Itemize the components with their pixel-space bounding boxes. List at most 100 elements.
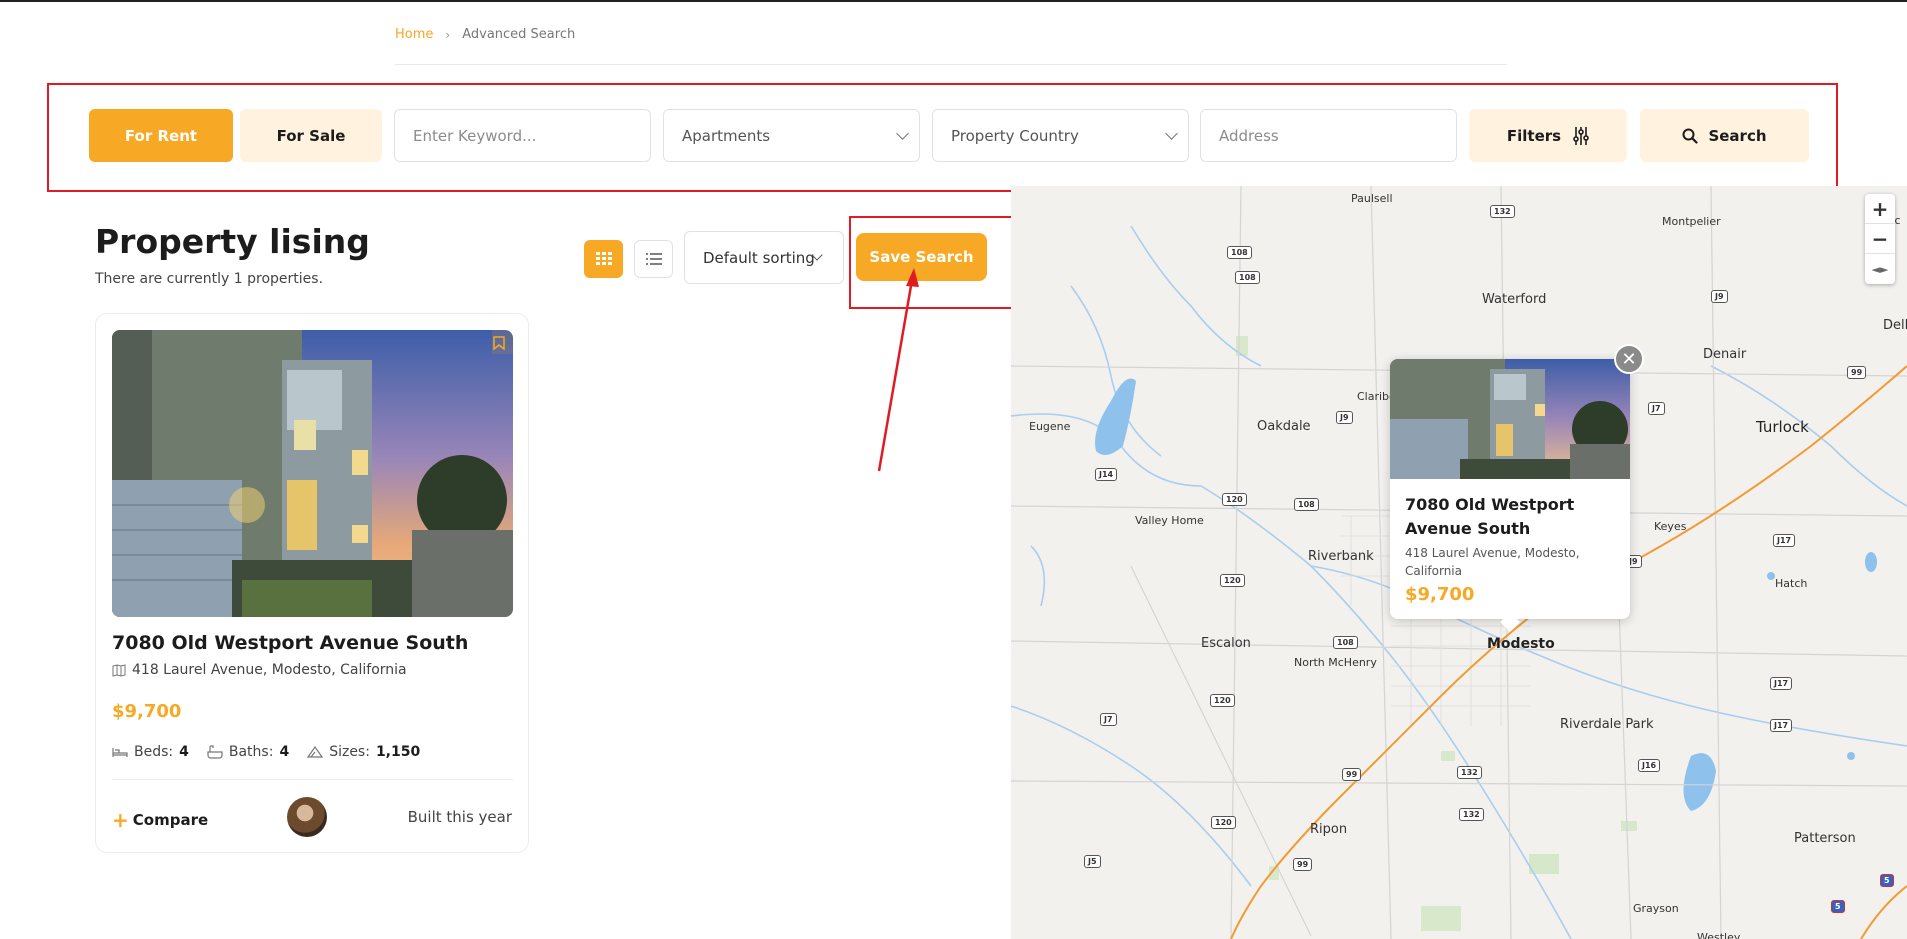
route-shield: J16 [1638,759,1661,772]
sizes-value: 1,150 [375,744,421,760]
address-input[interactable]: Address [1200,109,1457,162]
property-card[interactable]: 7080 Old Westport Avenue South 418 Laure… [95,313,529,853]
map-view[interactable]: Paulsell Montpelier Ballic Waterford Den… [1011,186,1907,939]
place-label: Riverbank [1308,549,1374,564]
baths-value: 4 [279,744,290,760]
place-label: Oakdale [1257,419,1311,434]
chevron-down-icon [1165,127,1178,140]
property-title[interactable]: 7080 Old Westport Avenue South [112,632,468,654]
map-info-popup[interactable]: 7080 Old Westport Avenue South 418 Laure… [1390,359,1630,632]
property-meta: Beds: 4 Baths: 4 Sizes: 1,150 [112,744,420,760]
top-border [0,0,1907,2]
place-label: Denair [1703,347,1747,362]
popup-title[interactable]: 7080 Old Westport Avenue South [1405,493,1615,541]
route-shield: 99 [1293,858,1313,871]
property-country-select[interactable]: Property Country [932,109,1189,162]
route-shield: J7 [1648,402,1665,415]
route-shield: J9 [1336,411,1353,424]
route-shield: 120 [1220,574,1245,587]
search-button[interactable]: Search [1640,109,1809,162]
list-icon [645,253,662,265]
beds-info: Beds: 4 [112,744,189,760]
list-view-button[interactable] [634,240,673,278]
property-price: $9,700 [112,701,182,722]
compass-button[interactable]: ◄► [1865,254,1895,284]
agent-avatar[interactable] [287,797,327,837]
place-label: Hatch [1775,577,1808,590]
baths-label: Baths: [228,744,274,760]
route-shield: 99 [1342,768,1362,781]
interstate-shield: 5 [1831,900,1845,913]
grid-view-button[interactable] [584,240,623,278]
place-label: Montpelier [1662,215,1721,228]
for-sale-tab[interactable]: For Sale [240,109,382,162]
card-divider [112,779,513,780]
plus-icon: + [112,808,129,832]
route-shield: 108 [1333,636,1358,649]
breadcrumb-separator: › [445,27,451,42]
close-icon[interactable]: ✕ [1614,344,1644,374]
filters-button[interactable]: Filters [1469,109,1627,162]
area-icon [307,745,324,758]
place-label: Waterford [1482,292,1547,307]
interstate-shield: 5 [1880,874,1894,887]
property-photo[interactable] [112,330,513,617]
results-count: There are currently 1 properties. [95,271,324,287]
zoom-in-button[interactable]: + [1865,194,1895,224]
popup-address: 418 Laurel Avenue, Modesto, California [1405,546,1580,578]
compare-button[interactable]: + Compare [112,808,208,832]
sorting-value: Default sorting [703,248,815,267]
page-title: Property lising [95,222,370,261]
place-label: Ripon [1310,822,1348,837]
property-type-select[interactable]: Apartments [663,109,920,162]
bookmark-icon[interactable] [493,336,505,350]
built-year: Built this year [407,808,512,826]
route-shield: 108 [1294,498,1319,511]
sliders-icon [1573,126,1589,145]
bed-icon [112,748,128,757]
route-shield: 120 [1222,493,1247,506]
place-label: Modesto [1487,636,1555,652]
beds-label: Beds: [134,744,174,760]
sorting-select[interactable]: Default sorting [684,231,844,284]
baths-info: Baths: 4 [207,744,289,760]
beds-value: 4 [179,744,189,760]
breadcrumb-current: Advanced Search [462,27,576,42]
place-label: North McHenry [1294,656,1377,669]
chevron-down-icon [896,127,909,140]
place-label: Turlock [1756,418,1809,436]
place-label: Riverdale Park [1560,717,1654,732]
grid-icon [595,252,612,265]
breadcrumb-home-link[interactable]: Home [395,27,433,42]
property-country-value: Property Country [951,126,1079,145]
route-shield: J7 [1100,713,1117,726]
route-shield: 120 [1210,694,1235,707]
property-type-value: Apartments [682,126,771,145]
place-label: Eugene [1029,420,1071,433]
place-label: Escalon [1201,636,1251,651]
search-label: Search [1708,126,1767,145]
place-label: Paulsell [1351,192,1393,205]
route-shield: J9 [1711,290,1728,303]
house-photo-image [112,330,513,617]
place-label: Dell [1883,318,1907,333]
bath-icon [207,745,223,759]
map-icon [112,663,126,677]
breadcrumb: Home › Advanced Search [395,27,575,42]
place-label: Keyes [1654,520,1687,533]
house-photo-image [1390,359,1630,479]
zoom-out-button[interactable]: − [1865,224,1895,254]
sizes-label: Sizes: [329,744,370,760]
place-label: Grayson [1633,902,1679,915]
for-rent-tab[interactable]: For Rent [89,109,233,162]
property-address: 418 Laurel Avenue, Modesto, California [112,662,407,678]
place-label: Patterson [1794,831,1856,846]
route-shield: J17 [1770,719,1793,732]
sizes-info: Sizes: 1,150 [307,744,420,760]
route-shield: J14 [1095,468,1118,481]
map-zoom-controls: + − ◄► [1865,194,1895,284]
annotation-box-save-search [849,216,1013,309]
keyword-input[interactable]: Enter Keyword... [394,109,651,162]
route-shield: 132 [1490,205,1515,218]
popup-photo[interactable] [1390,359,1630,479]
